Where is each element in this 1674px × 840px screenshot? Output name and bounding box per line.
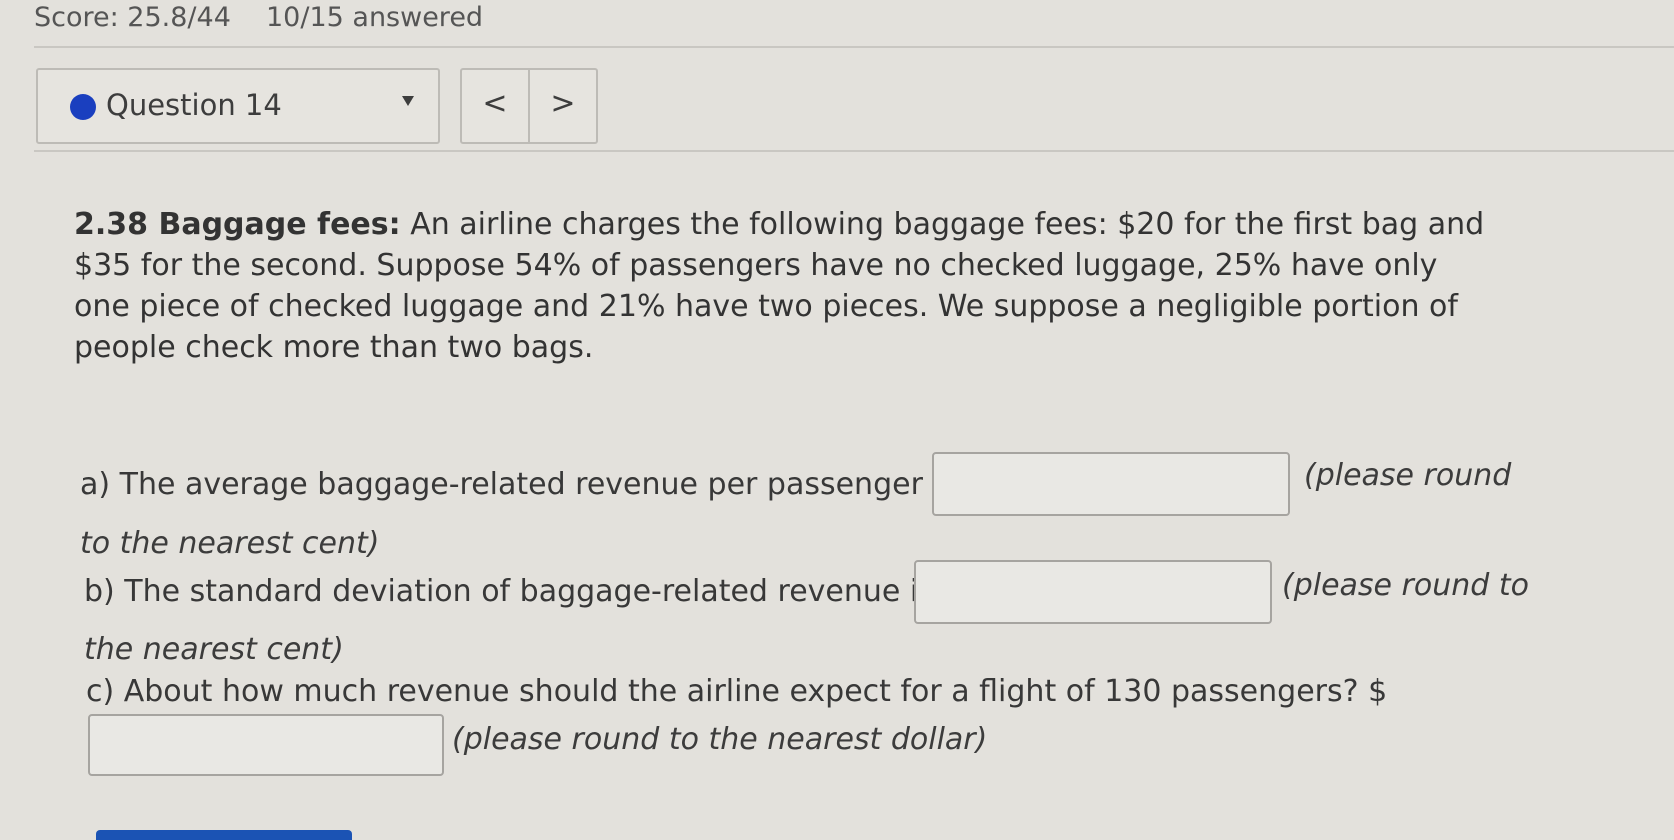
question-selector-label: Question 14 [106,88,282,122]
part-c-answer-input[interactable] [88,714,444,776]
previous-question-button[interactable]: < [460,68,530,144]
next-question-button[interactable]: > [528,68,598,144]
question-status-dot [70,94,96,120]
part-a-answer-input[interactable] [932,452,1290,516]
part-b-answer-input[interactable] [914,560,1272,624]
score-text: Score: 25.8/44 [34,2,231,33]
part-b-hint-continued: the nearest cent) [84,632,344,667]
part-b-prompt: b) The standard deviation of baggage-rel… [84,574,973,609]
part-a-hint: (please round [1304,458,1512,493]
part-a-hint-continued: to the nearest cent) [80,526,380,561]
problem-statement: 2.38 Baggage fees: An airline charges th… [74,204,1494,368]
part-c-prompt: c) About how much revenue should the air… [86,674,1388,709]
header-divider [34,46,1674,48]
problem-title: 2.38 Baggage fees: [74,207,401,242]
part-b-hint: (please round to [1282,568,1529,603]
part-a-prompt: a) The average baggage-related revenue p… [80,467,996,502]
answered-count: 10/15 answered [266,2,484,33]
question-selector[interactable]: Question 14 [36,68,440,144]
caret-down-icon [402,96,414,106]
part-c-hint: (please round to the nearest dollar) [452,722,988,757]
nav-divider [34,150,1674,152]
submit-button[interactable] [96,830,352,840]
